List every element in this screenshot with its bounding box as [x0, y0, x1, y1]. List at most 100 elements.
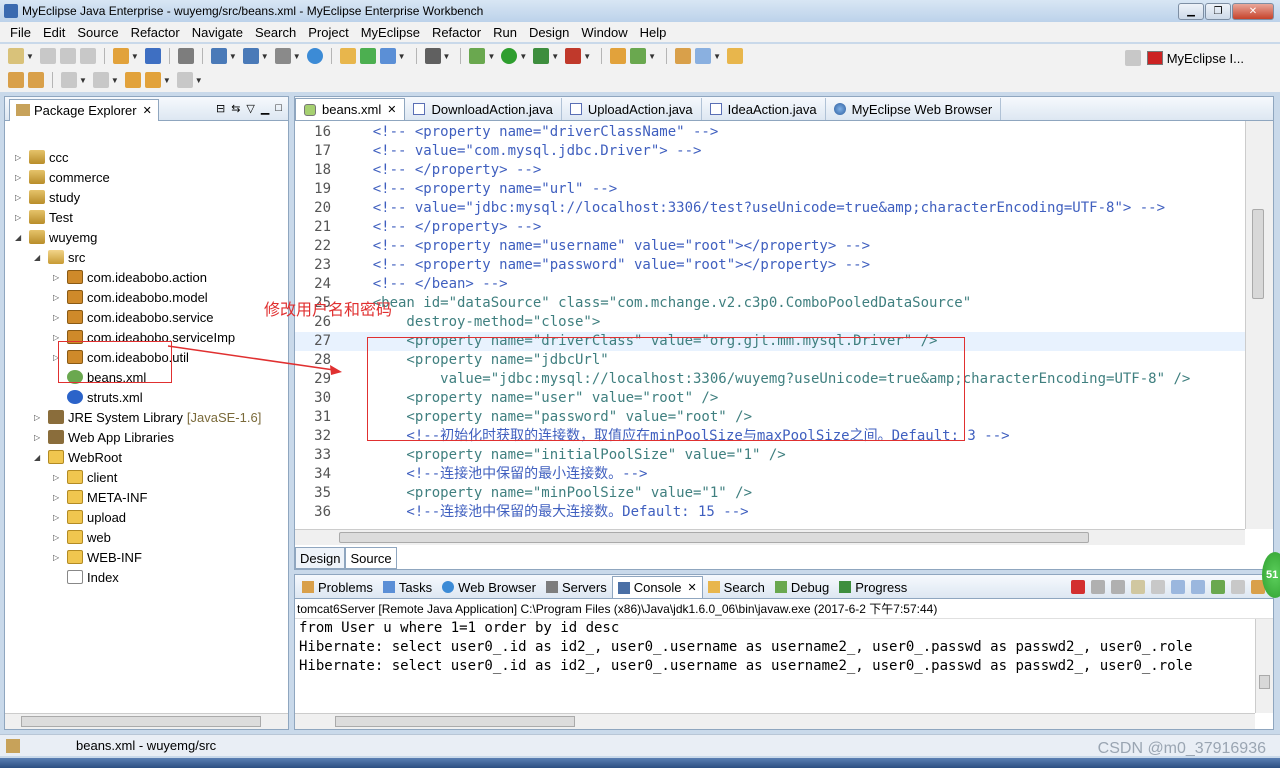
menu-run[interactable]: Run: [487, 25, 523, 40]
tab-beans-xml[interactable]: beans.xml ✕: [295, 98, 406, 120]
tree-item[interactable]: ◢ wuyemg: [15, 227, 97, 247]
debug-dropdown-icon[interactable]: ▼: [487, 52, 495, 61]
wizard-2-dropdown-icon[interactable]: ▼: [261, 52, 269, 61]
perspective-switcher[interactable]: MyEclipse I...: [1123, 50, 1244, 66]
tree-item[interactable]: ▷ study: [15, 187, 80, 207]
server-icon[interactable]: [177, 48, 194, 64]
expand-right-icon[interactable]: ▷: [53, 273, 63, 282]
scroll-thumb[interactable]: [1252, 209, 1264, 299]
tab-tasks[interactable]: Tasks: [378, 576, 437, 598]
run-external-icon[interactable]: [533, 48, 550, 64]
new-class-icon[interactable]: [610, 48, 627, 64]
collapse-all-icon[interactable]: ⊟: [216, 102, 225, 115]
menu-search[interactable]: Search: [249, 25, 302, 40]
deploy-icon[interactable]: [144, 48, 161, 64]
tab-search[interactable]: Search: [703, 576, 770, 598]
open-folder-icon[interactable]: [339, 48, 356, 64]
tab-progress[interactable]: Progress: [834, 576, 912, 598]
run-external-dropdown-icon[interactable]: ▼: [551, 52, 559, 61]
expand-right-icon[interactable]: ▷: [53, 473, 63, 482]
view-menu-icon[interactable]: ▽: [246, 102, 254, 115]
tree-item[interactable]: ▷ upload: [53, 507, 126, 527]
previous-annotation-dropdown-icon[interactable]: ▼: [111, 76, 119, 85]
package-icon[interactable]: [112, 48, 129, 64]
layout-dropdown-icon[interactable]: ▼: [293, 52, 301, 61]
expand-right-icon[interactable]: ▷: [34, 433, 44, 442]
menu-help[interactable]: Help: [634, 25, 673, 40]
new-icon[interactable]: [8, 48, 24, 64]
wizard-dropdown-icon[interactable]: ▼: [229, 52, 237, 61]
new-dropdown-icon[interactable]: ▼: [26, 52, 34, 61]
console-vscrollbar[interactable]: [1255, 619, 1273, 713]
tree-item[interactable]: ▷ com.ideabobo.action: [53, 267, 207, 287]
next-annotation-icon[interactable]: [61, 72, 77, 88]
menu-edit[interactable]: Edit: [37, 25, 71, 40]
forward-arrow-icon[interactable]: [176, 72, 193, 88]
scroll-thumb[interactable]: [1259, 675, 1270, 689]
annotation-icon[interactable]: [8, 72, 24, 88]
menu-source[interactable]: Source: [71, 25, 124, 40]
web-dropdown-icon[interactable]: ▼: [398, 52, 406, 61]
menu-window[interactable]: Window: [575, 25, 633, 40]
tree-item[interactable]: ◢ WebRoot: [34, 447, 122, 467]
tab-web-browser-view[interactable]: Web Browser: [437, 576, 541, 598]
open-perspective-icon[interactable]: [1124, 50, 1141, 66]
package-explorer-tab[interactable]: Package Explorer ✕: [9, 98, 159, 121]
tree-item[interactable]: struts.xml: [53, 387, 143, 407]
show-on-error-icon[interactable]: [1191, 580, 1205, 594]
tree-item[interactable]: Index: [53, 567, 119, 587]
search-icon[interactable]: [695, 48, 712, 64]
package-explorer-hscrollbar[interactable]: [5, 713, 288, 729]
tree-item[interactable]: ▷ com.ideabobo.service: [53, 307, 213, 327]
previous-annotation-icon[interactable]: [92, 72, 109, 88]
expand-right-icon[interactable]: ▷: [15, 213, 25, 222]
tree-item[interactable]: ◢ src: [34, 247, 85, 267]
tab-design[interactable]: Design: [295, 547, 346, 569]
tree-item[interactable]: ▷ JRE System Library [JavaSE-1.6]: [34, 407, 261, 427]
minimize-view-icon[interactable]: ▁: [261, 102, 269, 115]
tab-problems[interactable]: Problems: [297, 576, 378, 598]
editor-vscrollbar[interactable]: [1245, 121, 1273, 529]
menu-navigate[interactable]: Navigate: [186, 25, 249, 40]
expand-right-icon[interactable]: ▷: [53, 533, 63, 542]
expand-right-icon[interactable]: ▷: [15, 153, 25, 162]
minimize-button[interactable]: ▁: [1178, 2, 1204, 20]
editor-hscrollbar[interactable]: [295, 529, 1245, 545]
expand-right-icon[interactable]: ▷: [53, 313, 63, 322]
console-output[interactable]: from User u where 1=1 order by id desc H…: [295, 619, 1273, 676]
maximize-button[interactable]: ❐: [1205, 2, 1231, 20]
tab-download-action[interactable]: DownloadAction.java: [405, 98, 562, 120]
tree-item[interactable]: ▷ ccc: [15, 147, 69, 167]
run-dropdown-icon[interactable]: ▼: [519, 52, 527, 61]
new-wizard-icon[interactable]: [630, 48, 647, 64]
stop-server-icon[interactable]: [565, 48, 582, 64]
open-task-icon[interactable]: [726, 48, 743, 64]
last-edit-icon[interactable]: [124, 72, 141, 88]
camera-icon[interactable]: [424, 48, 441, 64]
tree-item[interactable]: ▷ Web App Libraries: [34, 427, 174, 447]
next-annotation-dropdown-icon[interactable]: ▼: [79, 76, 87, 85]
menu-design[interactable]: Design: [523, 25, 575, 40]
menu-refactor[interactable]: Refactor: [125, 25, 186, 40]
tab-servers[interactable]: Servers: [541, 576, 612, 598]
save-all-icon[interactable]: [59, 48, 76, 64]
tab-web-browser[interactable]: MyEclipse Web Browser: [826, 98, 1002, 120]
close-window-button[interactable]: ✕: [1232, 2, 1274, 20]
close-tab-icon[interactable]: ✕: [387, 103, 396, 116]
package-dropdown-icon[interactable]: ▼: [131, 52, 139, 61]
clear-console-icon[interactable]: [1131, 580, 1145, 594]
add-server-icon[interactable]: [359, 48, 376, 64]
expand-right-icon[interactable]: ▷: [15, 173, 25, 182]
close-tab-icon[interactable]: ✕: [687, 581, 696, 594]
globe-icon[interactable]: [306, 48, 323, 64]
debug-bug-icon[interactable]: [469, 48, 486, 64]
display-console-icon[interactable]: [1231, 580, 1245, 594]
remove-launch-icon[interactable]: [1091, 580, 1105, 594]
scroll-thumb[interactable]: [335, 716, 575, 727]
expand-right-icon[interactable]: ▷: [15, 193, 25, 202]
expand-right-icon[interactable]: ▷: [53, 513, 63, 522]
scroll-thumb[interactable]: [21, 716, 261, 727]
show-on-output-icon[interactable]: [1171, 580, 1185, 594]
wizard-2-icon[interactable]: [242, 48, 259, 64]
scroll-lock-icon[interactable]: [1151, 580, 1165, 594]
